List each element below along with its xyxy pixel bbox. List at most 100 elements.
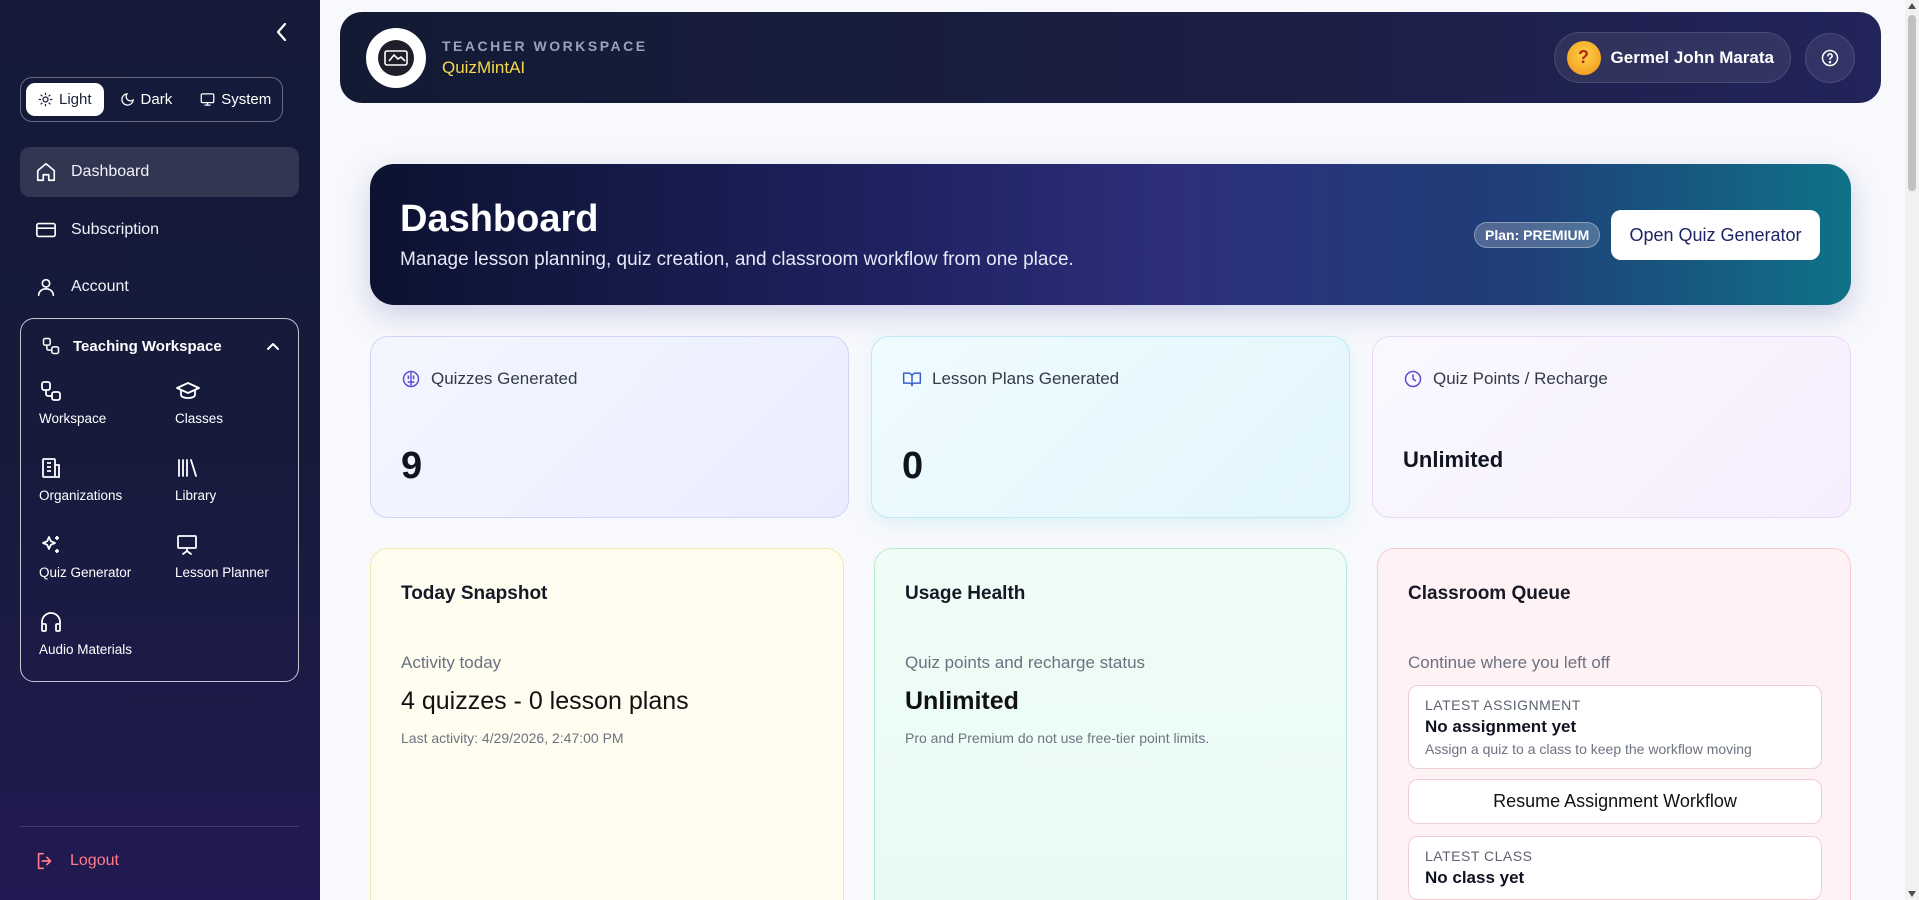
workspace-item-library[interactable]: Library (175, 456, 311, 520)
latest-class-title: No class yet (1425, 868, 1525, 887)
app-logo (366, 27, 426, 88)
logout-label: Logout (70, 852, 119, 869)
workspace-item-label: Audio Materials (39, 642, 133, 657)
card-label: Activity today (401, 653, 502, 672)
card-label: Continue where you left off (1408, 653, 1610, 672)
logo-mark-icon (384, 49, 408, 66)
stat-value: Unlimited (1403, 447, 1504, 472)
stat-label: Quiz Points / Recharge (1433, 369, 1608, 388)
stat-value: 0 (902, 445, 924, 487)
workspace-item-audio-materials[interactable]: Audio Materials (39, 610, 175, 674)
stat-value: 9 (401, 445, 423, 487)
sidebar-item-label: Dashboard (71, 163, 150, 180)
sparkles-icon (42, 536, 59, 553)
latest-class-card: LATEST CLASS No class yet (1408, 836, 1822, 900)
home-icon (36, 162, 56, 182)
user-icon (37, 278, 55, 297)
usage-note: Pro and Premium do not use free-tier poi… (905, 730, 1210, 746)
presentation-icon (177, 535, 197, 555)
logout-button[interactable]: Logout (34, 850, 119, 872)
plan-badge: Plan: PREMIUM (1474, 222, 1601, 248)
latest-class-eyebrow: LATEST CLASS (1425, 848, 1533, 864)
classroom-queue-card: Classroom Queue Continue where you left … (1377, 548, 1851, 900)
scroll-thumb[interactable] (1908, 15, 1916, 191)
brain-icon (402, 370, 420, 388)
book-open-icon (902, 372, 922, 387)
building-icon (42, 458, 60, 478)
card-label: Quiz points and recharge status (905, 653, 1146, 672)
help-circle-icon (1821, 49, 1839, 66)
user-name: Germel John Marata (1610, 47, 1774, 67)
monitor-icon (200, 93, 215, 106)
card-title: Usage Health (905, 583, 1026, 604)
workspace-item-lesson-planner[interactable]: Lesson Planner (175, 533, 311, 597)
sidebar-divider (20, 826, 299, 827)
chevron-left-icon (276, 22, 287, 42)
open-quiz-generator-button[interactable]: Open Quiz Generator (1611, 210, 1820, 260)
activity-summary: 4 quizzes - 0 lesson plans (401, 687, 689, 715)
usage-health-card: Usage Health Quiz points and recharge st… (874, 548, 1347, 900)
avatar: ? (1566, 40, 1601, 75)
stat-label: Lesson Plans Generated (932, 369, 1120, 388)
workspace-item-classes[interactable]: Classes (175, 379, 311, 443)
theme-dark-button[interactable]: Dark (108, 83, 185, 116)
library-icon (178, 459, 197, 477)
workspace-item-workspace[interactable]: Workspace (39, 379, 175, 443)
help-button[interactable] (1805, 32, 1855, 83)
dashboard-hero: Dashboard Manage lesson planning, quiz c… (370, 164, 1851, 305)
top-bar: TEACHER WORKSPACE QuizMintAI ? Germel Jo… (340, 12, 1881, 103)
resume-assignment-button[interactable]: Resume Assignment Workflow (1408, 779, 1822, 824)
stat-card-lesson-plans: Lesson Plans Generated 0 (871, 336, 1350, 518)
graduation-cap-icon (176, 382, 200, 399)
today-snapshot-card: Today Snapshot Activity today 4 quizzes … (370, 548, 844, 900)
sidebar-item-subscription[interactable]: Subscription (20, 205, 299, 255)
workspace-icon (42, 337, 60, 355)
clock-icon (1404, 370, 1422, 388)
page-title: Dashboard (400, 198, 599, 240)
usage-status: Unlimited (905, 687, 1019, 715)
workspace-eyebrow: TEACHER WORKSPACE (442, 37, 648, 54)
last-activity: Last activity: 4/29/2026, 2:47:00 PM (401, 730, 624, 746)
sidebar-item-label: Subscription (71, 221, 160, 238)
stat-label: Quizzes Generated (431, 369, 578, 388)
logout-icon (37, 852, 52, 870)
card-title: Today Snapshot (401, 583, 548, 604)
stat-card-quizzes: Quizzes Generated 9 (370, 336, 849, 518)
latest-assignment-card: LATEST ASSIGNMENT No assignment yet Assi… (1408, 685, 1822, 769)
stat-card-quiz-points: Quiz Points / Recharge Unlimited (1372, 336, 1851, 518)
scroll-down-arrow-icon[interactable] (1908, 891, 1916, 897)
card-title: Classroom Queue (1408, 583, 1571, 604)
workspace-item-label: Lesson Planner (175, 565, 269, 580)
theme-light-button[interactable]: Light (26, 83, 104, 116)
user-menu-button[interactable]: ? Germel John Marata (1553, 32, 1791, 83)
chevron-up-icon (267, 343, 279, 350)
workspace-item-label: Workspace (39, 411, 107, 426)
scroll-up-arrow-icon[interactable] (1908, 3, 1916, 9)
moon-icon (120, 93, 134, 106)
theme-dark-label: Dark (140, 91, 173, 108)
headphones-icon (41, 612, 61, 632)
theme-system-label: System (221, 91, 272, 108)
page-scrollbar[interactable] (1905, 0, 1919, 900)
theme-system-button[interactable]: System (188, 83, 283, 116)
workspace-icon (41, 381, 61, 401)
page-subtitle: Manage lesson planning, quiz creation, a… (400, 249, 1074, 270)
sidebar: Light Dark System Dashboard Subscription… (0, 0, 320, 900)
sidebar-item-account[interactable]: Account (20, 262, 299, 312)
latest-assignment-desc: Assign a quiz to a class to keep the wor… (1425, 741, 1752, 757)
theme-light-label: Light (59, 91, 92, 108)
teaching-workspace-title: Teaching Workspace (73, 337, 222, 355)
workspace-item-label: Quiz Generator (39, 565, 132, 580)
collapse-sidebar-button[interactable] (270, 20, 294, 44)
workspace-item-quiz-generator[interactable]: Quiz Generator (39, 533, 175, 597)
sidebar-item-label: Account (71, 278, 129, 295)
workspace-item-label: Library (175, 488, 217, 503)
brand-name: QuizMintAI (442, 57, 526, 77)
latest-assignment-eyebrow: LATEST ASSIGNMENT (1425, 697, 1581, 713)
teaching-workspace-toggle[interactable]: Teaching Workspace (21, 319, 298, 373)
workspace-item-label: Classes (175, 411, 224, 426)
sidebar-item-dashboard[interactable]: Dashboard (20, 147, 299, 197)
theme-switcher: Light Dark System (20, 77, 283, 122)
workspace-item-label: Organizations (39, 488, 123, 503)
workspace-item-organizations[interactable]: Organizations (39, 456, 175, 520)
